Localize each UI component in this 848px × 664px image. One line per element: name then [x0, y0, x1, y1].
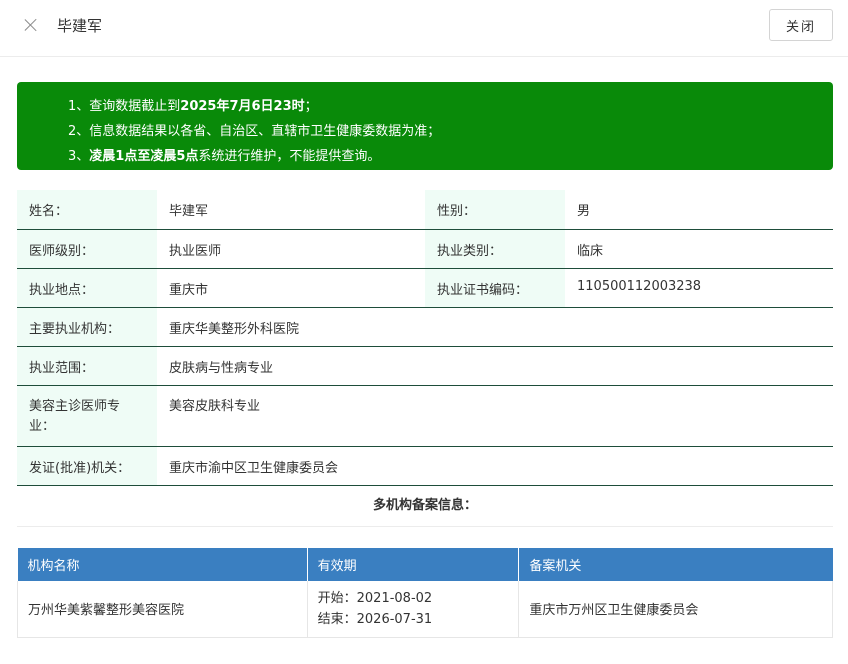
- notice-text: ；: [304, 99, 318, 114]
- table-row: 执业地点： 重庆市 执业证书编码： 110500112003238: [17, 268, 833, 308]
- notice-line-3: 3、凌晨1点至凌晨5点系统进行维护，不能提供查询。: [68, 144, 833, 169]
- name-label: 姓名：: [17, 190, 157, 230]
- issuer-label: 发证(批准)机关：: [17, 446, 157, 486]
- table-row: 美容主诊医师专业： 美容皮肤科专业: [17, 385, 833, 447]
- name-value: 毕建军: [157, 190, 425, 230]
- cert-value: 110500112003238: [565, 268, 833, 308]
- scope-value: 皮肤病与性病专业: [157, 346, 833, 386]
- org-value: 重庆华美整形外科医院: [157, 307, 833, 347]
- notice-banner: 1、查询数据截止到2025年7月6日23时； 2、信息数据结果以各省、自治区、直…: [17, 82, 833, 170]
- validity-start: 开始：2021-08-02: [317, 590, 433, 606]
- table-row: 姓名： 毕建军 性别： 男: [17, 190, 833, 230]
- column-header-authority: 备案机关: [518, 548, 833, 581]
- dialog-header: 毕建军 关闭: [0, 0, 848, 57]
- gender-label: 性别：: [425, 190, 565, 230]
- notice-line-1: 1、查询数据截止到2025年7月6日23时；: [68, 94, 833, 119]
- dialog-title: 毕建军: [57, 17, 103, 35]
- validity-cell: 开始：2021-08-02 结束：2026-07-31: [307, 581, 520, 638]
- cosmetic-label: 美容主诊医师专业：: [17, 385, 157, 447]
- table-header-row: 机构名称 有效期 备案机关: [17, 548, 833, 581]
- notice-text: 1、查询数据截止到: [68, 99, 181, 114]
- close-icon[interactable]: [20, 14, 42, 36]
- category-label: 执业类别：: [425, 229, 565, 269]
- issuer-value: 重庆市渝中区卫生健康委员会: [157, 446, 833, 486]
- multi-org-title: 多机构备案信息：: [17, 485, 833, 527]
- notice-text: 系统进行维护，不能提供查询。: [198, 149, 381, 164]
- org-label: 主要执业机构：: [17, 307, 157, 347]
- authority-cell: 重庆市万州区卫生健康委员会: [518, 581, 833, 638]
- multi-org-table: 机构名称 有效期 备案机关 万州华美紫馨整形美容医院 开始：2021-08-02…: [17, 548, 833, 638]
- org-name-cell: 万州华美紫馨整形美容医院: [17, 581, 308, 638]
- cosmetic-value: 美容皮肤科专业: [157, 385, 833, 447]
- table-row: 发证(批准)机关： 重庆市渝中区卫生健康委员会: [17, 446, 833, 486]
- validity-end: 结束：2026-07-31: [317, 611, 433, 627]
- cert-label: 执业证书编码：: [425, 268, 565, 308]
- notice-emphasis: 凌晨1点至凌晨5点: [89, 149, 199, 164]
- level-value: 执业医师: [157, 229, 425, 269]
- doctor-info-table: 姓名： 毕建军 性别： 男 医师级别： 执业医师 执业类别： 临床 执业地点： …: [17, 190, 833, 486]
- gender-value: 男: [565, 190, 833, 230]
- column-header-org-name: 机构名称: [17, 548, 308, 581]
- scope-label: 执业范围：: [17, 346, 157, 386]
- notice-line-2: 2、信息数据结果以各省、自治区、直辖市卫生健康委数据为准；: [68, 124, 441, 139]
- column-header-validity: 有效期: [307, 548, 520, 581]
- close-button[interactable]: 关闭: [769, 9, 833, 41]
- table-row: 执业范围： 皮肤病与性病专业: [17, 346, 833, 386]
- notice-text: 3、: [68, 149, 90, 164]
- category-value: 临床: [565, 229, 833, 269]
- level-label: 医师级别：: [17, 229, 157, 269]
- table-row: 主要执业机构： 重庆华美整形外科医院: [17, 307, 833, 347]
- table-row: 万州华美紫馨整形美容医院 开始：2021-08-02 结束：2026-07-31…: [17, 581, 833, 638]
- location-label: 执业地点：: [17, 268, 157, 308]
- location-value: 重庆市: [157, 268, 425, 308]
- table-row: 医师级别： 执业医师 执业类别： 临床: [17, 229, 833, 269]
- notice-emphasis: 2025年7月6日23时: [180, 99, 305, 114]
